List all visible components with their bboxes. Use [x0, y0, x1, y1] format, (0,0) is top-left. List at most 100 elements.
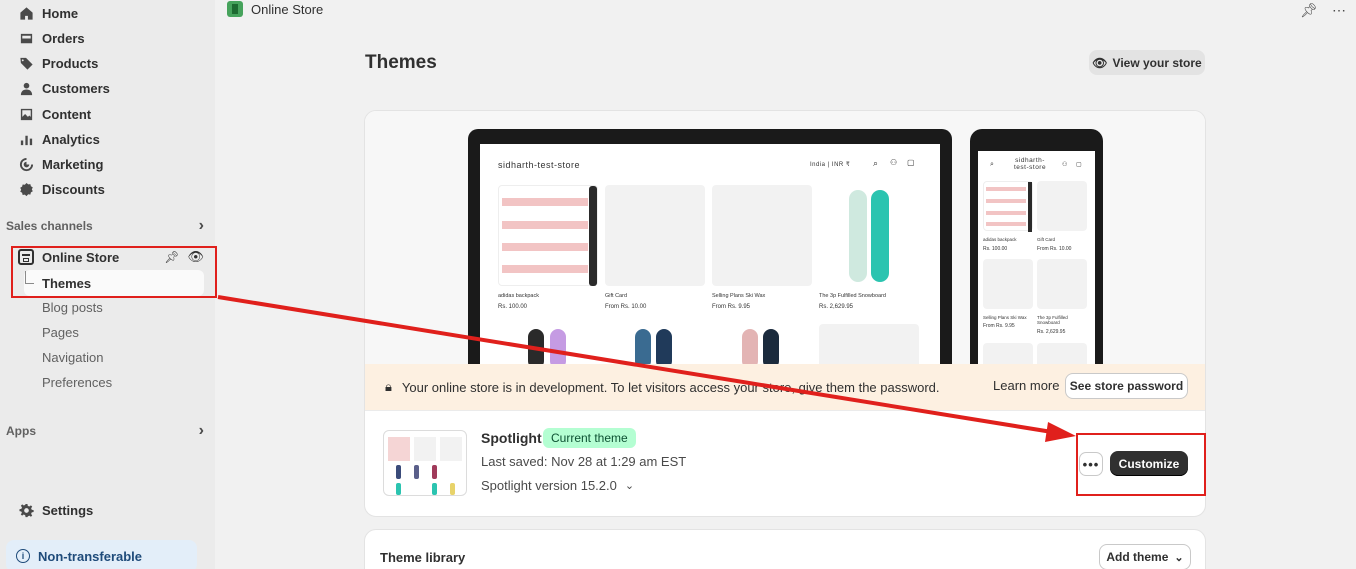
apps-header[interactable]: Apps › — [6, 422, 204, 440]
preview-product-price: Rs. 100.00 — [983, 246, 1008, 252]
preview-account-icon: ⚇ — [890, 158, 898, 167]
preview-product-name: Gift Card — [1037, 237, 1056, 242]
nav-analytics[interactable]: Analytics — [18, 128, 100, 150]
nav-discounts-label: Discounts — [42, 181, 105, 197]
theme-version-text: Spotlight version 15.2.0 — [481, 478, 617, 493]
non-transferable-badge[interactable]: i Non-transferable — [6, 540, 197, 569]
preview-cart-icon: ▢ — [907, 158, 916, 167]
preview-product-image — [712, 185, 812, 286]
view-store-button[interactable]: 👁︎ View your store — [1089, 50, 1205, 75]
preview-currency: India | INR ₹ — [810, 162, 851, 168]
mobile-preview: ⌕ sidharth- test-store ⚇ ▢ adidas backpa… — [970, 129, 1103, 364]
add-theme-label: Add theme — [1106, 550, 1169, 564]
nav-content[interactable]: Content — [18, 103, 91, 125]
preview-product-name: adidas backpack — [498, 293, 539, 299]
person-icon — [18, 80, 34, 96]
nav-marketing-label: Marketing — [42, 156, 104, 172]
preview-product-image — [983, 259, 1033, 309]
chevron-right-icon: › — [198, 422, 204, 439]
theme-name: Spotlight — [481, 430, 542, 446]
nav-orders[interactable]: Orders — [18, 27, 85, 49]
sidebar-item-blog-posts[interactable]: Blog posts — [42, 300, 103, 315]
preview-mobile-store-name: sidharth- test-store — [1014, 157, 1046, 171]
chevron-down-icon: ⌄ — [624, 480, 635, 492]
nav-orders-label: Orders — [42, 30, 85, 46]
info-icon: i — [16, 549, 30, 563]
preview-product-image — [819, 185, 919, 286]
chevron-down-icon: ⌄ — [1174, 551, 1184, 564]
preview-product-name: The 3p Fulfilled Snowboard — [819, 293, 886, 299]
last-saved-text: Last saved: Nov 28 at 1:29 am EST — [481, 454, 687, 469]
app-title: Online Store — [227, 1, 323, 17]
preview-product-name: Selling Plans Ski Wax — [983, 315, 1027, 320]
theme-version-toggle[interactable]: Spotlight version 15.2.0 ⌄ — [481, 478, 634, 493]
eye-icon: 👁︎ — [1092, 55, 1108, 70]
desktop-preview-screen: sidharth-test-store India | INR ₹ ⌕ ⚇ ▢ — [480, 144, 940, 364]
image-icon — [18, 106, 34, 122]
preview-product-price: From Rs. 10.00 — [605, 304, 647, 310]
preview-product-price: From Rs. 9.95 — [983, 323, 1015, 329]
nav-customers-label: Customers — [42, 80, 110, 96]
nav-customers[interactable]: Customers — [18, 77, 110, 99]
sidebar-item-pages[interactable]: Pages — [42, 325, 79, 340]
gear-icon — [18, 502, 34, 518]
non-transferable-label: Non-transferable — [38, 548, 143, 564]
preview-product-image — [498, 185, 598, 286]
sales-channels-header[interactable]: Sales channels › — [6, 217, 204, 235]
preview-account-icon: ⚇ — [1062, 162, 1068, 168]
target-icon — [18, 156, 34, 172]
preview-product-price: Rs. 2,629.95 — [1037, 329, 1066, 335]
sidebar-item-preferences[interactable]: Preferences — [42, 375, 112, 390]
online-store-logo-icon — [227, 1, 243, 17]
theme-library-title: Theme library — [380, 550, 466, 565]
sales-channels-label: Sales channels — [6, 219, 93, 233]
preview-product-image — [656, 329, 672, 364]
preview-product-price: From Rs. 10.00 — [1037, 246, 1072, 252]
nav-settings[interactable]: Settings — [18, 499, 93, 521]
preview-product-image — [550, 329, 566, 364]
nav-home[interactable]: Home — [18, 2, 78, 24]
nav-settings-label: Settings — [42, 502, 94, 518]
theme-preview[interactable]: sidharth-test-store India | INR ₹ ⌕ ⚇ ▢ — [365, 111, 1205, 364]
preview-product-image — [983, 343, 1033, 364]
see-store-password-button[interactable]: See store password — [1065, 373, 1188, 399]
nav-home-label: Home — [42, 5, 79, 21]
preview-product-price: From Rs. 9.95 — [712, 304, 751, 310]
preview-store-name: sidharth-test-store — [498, 160, 581, 170]
sidebar-item-navigation[interactable]: Navigation — [42, 350, 103, 365]
lock-icon: 🔒︎ — [385, 379, 392, 394]
nav-analytics-label: Analytics — [42, 131, 100, 147]
mobile-preview-screen: ⌕ sidharth- test-store ⚇ ▢ adidas backpa… — [978, 151, 1095, 364]
preview-product-name: adidas backpack — [983, 237, 1017, 242]
preview-product-image — [742, 329, 758, 364]
nav-products[interactable]: Products — [18, 52, 98, 74]
preview-product-name: Selling Plans Ski Wax — [712, 293, 766, 299]
apps-label: Apps — [6, 424, 36, 438]
pin-icon[interactable]: 📌︎ — [1300, 2, 1318, 19]
more-horizontal-icon[interactable]: ⋯ — [1332, 2, 1346, 19]
preview-product-price: Rs. 100.00 — [498, 304, 528, 310]
preview-product-image — [819, 324, 919, 364]
bar-chart-icon — [18, 131, 34, 147]
theme-thumbnail[interactable] — [383, 430, 467, 496]
home-icon — [18, 5, 34, 21]
desktop-preview: sidharth-test-store India | INR ₹ ⌕ ⚇ ▢ — [468, 129, 952, 364]
nav-marketing[interactable]: Marketing — [18, 153, 103, 175]
discount-icon — [18, 181, 34, 197]
preview-mobile-store-name-line2: test-store — [1014, 164, 1047, 171]
nav-discounts[interactable]: Discounts — [18, 178, 105, 200]
view-store-label: View your store — [1112, 55, 1202, 70]
preview-product-image — [605, 185, 705, 286]
add-theme-button[interactable]: Add theme ⌄ — [1099, 544, 1191, 569]
page-title: Themes — [365, 52, 437, 73]
tag-icon — [18, 55, 34, 71]
preview-product-image — [763, 329, 779, 364]
preview-product-image — [1037, 181, 1087, 231]
preview-product-name: Gift Card — [605, 293, 628, 299]
preview-product-image — [528, 329, 544, 364]
annotation-highlight-customize — [1076, 433, 1206, 496]
orders-icon — [18, 30, 34, 46]
preview-product-image — [983, 181, 1033, 232]
learn-more-link[interactable]: Learn more — [993, 378, 1059, 393]
preview-mobile-store-name-line1: sidharth- — [1015, 157, 1045, 164]
